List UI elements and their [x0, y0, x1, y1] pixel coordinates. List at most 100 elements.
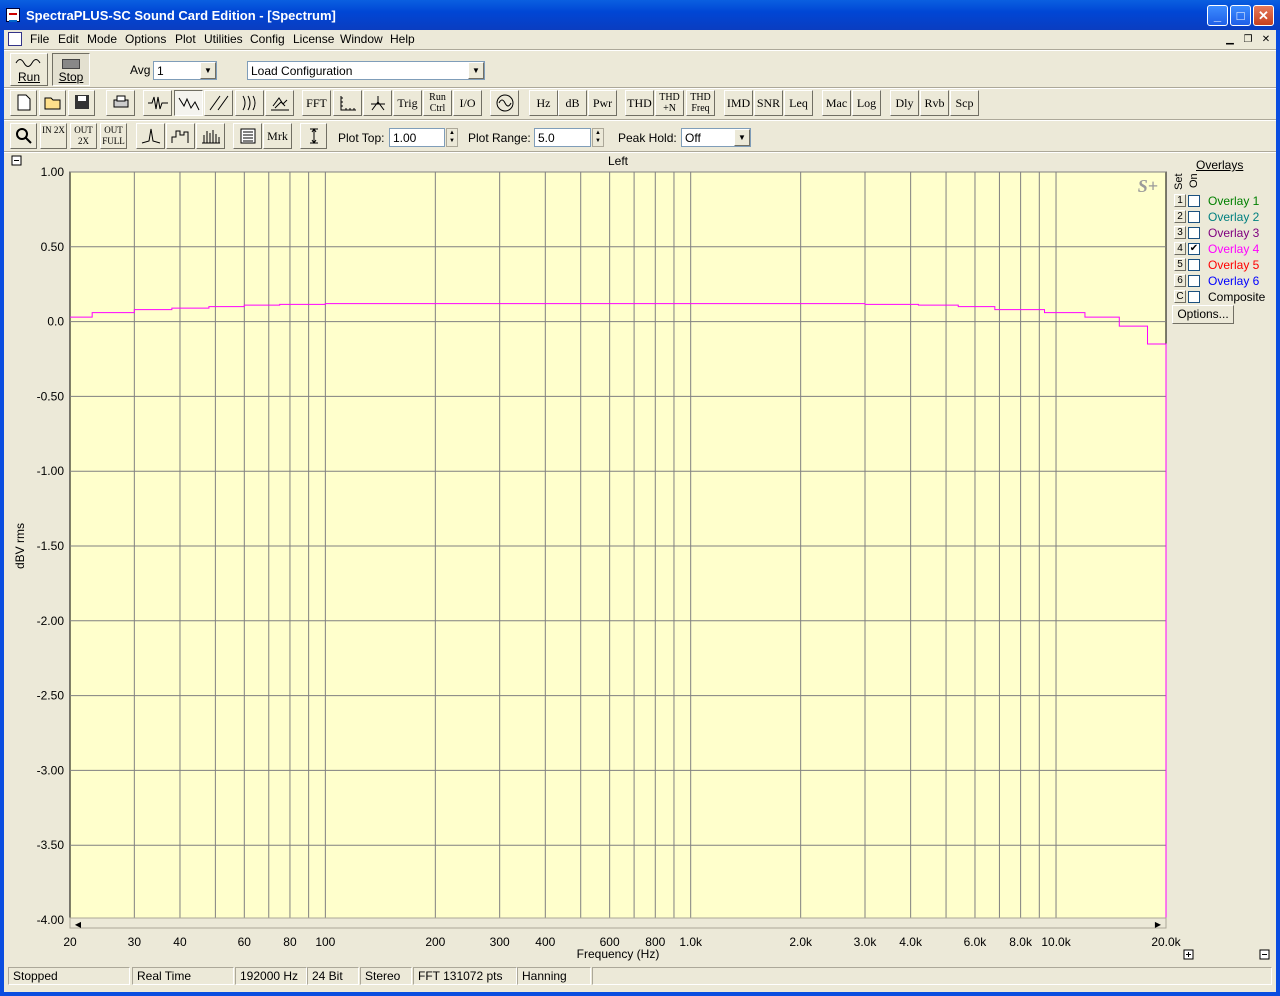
menu-mode[interactable]: Mode [87, 32, 117, 46]
vertical-scale-button[interactable] [300, 123, 327, 149]
step-plot-icon [171, 130, 188, 143]
overlay-set-button-4[interactable]: 4 [1174, 242, 1186, 255]
spectrum-plot[interactable]: 1.00 0.50 0.0 -0.50 -1.00 -1.50 -2.00 -2.50 -3.0… [4, 152, 1276, 962]
step-plot-button[interactable] [166, 123, 195, 149]
app-icon[interactable] [6, 8, 20, 22]
delay-button[interactable]: Dly [890, 90, 919, 116]
trigger-button[interactable]: Trig [393, 90, 422, 116]
maximize-button[interactable]: □ [1230, 5, 1251, 26]
magnifier-icon [15, 128, 32, 144]
chevron-down-icon[interactable]: ▼ [200, 62, 216, 79]
overlay-set-button-1[interactable]: 1 [1174, 194, 1186, 207]
legend-button[interactable] [233, 123, 262, 149]
menu-file[interactable]: File [30, 32, 49, 46]
menu-utilities[interactable]: Utilities [204, 32, 243, 46]
overlay-name-2: Overlay 2 [1208, 210, 1260, 224]
overlay-checkbox-1[interactable] [1188, 195, 1200, 207]
hz-button[interactable]: Hz [529, 90, 558, 116]
plot-range-value: 5.0 [538, 131, 555, 145]
calibration-icon [370, 96, 385, 111]
plot-top-spinner[interactable]: ▲ ▼ [446, 128, 458, 147]
print-button[interactable] [106, 90, 135, 116]
menu-help[interactable]: Help [390, 32, 415, 46]
zoom-in-2x-button[interactable]: IN 2X [40, 123, 67, 149]
spectrum-button[interactable] [174, 90, 203, 116]
close-button[interactable]: ✕ [1253, 5, 1274, 26]
menu-options[interactable]: Options [125, 32, 166, 46]
minimize-button[interactable]: _ [1207, 5, 1228, 26]
overlay-set-button-6[interactable]: 6 [1174, 274, 1186, 287]
x-tick-label: 6.0k [964, 935, 988, 949]
overlay-checkbox-2[interactable] [1188, 211, 1200, 223]
status-fft-size: FFT 131072 pts [413, 967, 517, 985]
save-button[interactable] [68, 90, 95, 116]
io-button[interactable]: I/O [453, 90, 482, 116]
overlay-set-button-3[interactable]: 3 [1174, 226, 1186, 239]
reverb-button[interactable]: Rvb [920, 90, 949, 116]
overlay-checkbox-5[interactable] [1188, 259, 1200, 271]
chevron-down-icon[interactable]: ▼ [468, 62, 484, 79]
time-series-button[interactable] [143, 90, 172, 116]
run-control-button[interactable]: Run Ctrl [423, 90, 452, 116]
window-title: SpectraPLUS-SC Sound Card Edition - [Spe… [26, 8, 336, 23]
spectrogram-button[interactable] [235, 90, 264, 116]
thd-button[interactable]: THD [625, 90, 654, 116]
marker-button[interactable]: Mrk [263, 123, 292, 149]
snr-button[interactable]: SNR [754, 90, 783, 116]
bar-plot-button[interactable] [196, 123, 225, 149]
menu-plot[interactable]: Plot [175, 32, 196, 46]
thd-freq-button[interactable]: THD Freq [686, 90, 715, 116]
overlay-checkbox-6[interactable] [1188, 275, 1200, 287]
scope-button[interactable]: Scp [950, 90, 979, 116]
phase-button[interactable] [204, 90, 233, 116]
leq-button[interactable]: Leq [784, 90, 813, 116]
log-button[interactable]: Log [852, 90, 881, 116]
overlay-checkbox-4[interactable]: ✔ [1188, 243, 1200, 255]
axis-button[interactable] [333, 90, 362, 116]
overlay-checkbox-C[interactable] [1188, 291, 1200, 303]
zoom-button[interactable] [10, 123, 37, 149]
mdi-close-button[interactable]: ✕ [1258, 33, 1274, 47]
overlay-set-button-C[interactable]: C [1174, 290, 1186, 303]
overlay-row-6: 6 Overlay 6 [1174, 274, 1274, 288]
menu-config[interactable]: Config [250, 32, 285, 46]
avg-select[interactable]: 1 ▼ [153, 61, 217, 80]
macro-button[interactable]: Mac [822, 90, 851, 116]
overlay-set-button-2[interactable]: 2 [1174, 210, 1186, 223]
plot-top-input[interactable]: 1.00 [389, 128, 445, 147]
db-button[interactable]: dB [558, 90, 587, 116]
menu-license[interactable]: License [293, 32, 334, 46]
3d-surface-button[interactable] [265, 90, 294, 116]
scroll-left-icon: ◀ [75, 920, 82, 929]
zoom-out-2x-button[interactable]: OUT 2X [70, 123, 97, 149]
load-configuration-select[interactable]: Load Configuration ▼ [247, 61, 485, 80]
open-file-button[interactable] [39, 90, 66, 116]
plot-range-spinner[interactable]: ▲ ▼ [592, 128, 604, 147]
line-plot-button[interactable] [136, 123, 165, 149]
zoom-out-full-button[interactable]: OUT FULL [100, 123, 127, 149]
fft-button[interactable]: FFT [302, 90, 331, 116]
stop-button[interactable]: Stop [52, 53, 90, 86]
status-channels: Stereo [360, 967, 412, 985]
y-tick-label: -1.50 [37, 539, 65, 553]
new-file-button[interactable] [10, 90, 37, 116]
peak-hold-select[interactable]: Off ▼ [681, 128, 751, 147]
signal-generator-button[interactable] [490, 90, 519, 116]
menu-window[interactable]: Window [340, 32, 383, 46]
overlay-options-button[interactable]: Options... [1172, 305, 1234, 324]
overlay-set-button-5[interactable]: 5 [1174, 258, 1186, 271]
run-button[interactable]: Run [10, 53, 48, 86]
plot-range-input[interactable]: 5.0 [534, 128, 591, 147]
menu-edit[interactable]: Edit [58, 32, 79, 46]
imd-button[interactable]: IMD [724, 90, 753, 116]
calibration-button[interactable] [363, 90, 392, 116]
power-button[interactable]: Pwr [588, 90, 617, 116]
mdi-minimize-button[interactable]: ▁ [1222, 33, 1238, 47]
phase-icon [209, 95, 228, 111]
overlay-checkbox-3[interactable] [1188, 227, 1200, 239]
document-icon[interactable] [8, 32, 22, 46]
toolbar-separator-2 [4, 119, 1276, 121]
mdi-restore-button[interactable]: ❐ [1240, 33, 1256, 47]
thd-n-button[interactable]: THD +N [655, 90, 684, 116]
chevron-down-icon[interactable]: ▼ [734, 129, 750, 146]
